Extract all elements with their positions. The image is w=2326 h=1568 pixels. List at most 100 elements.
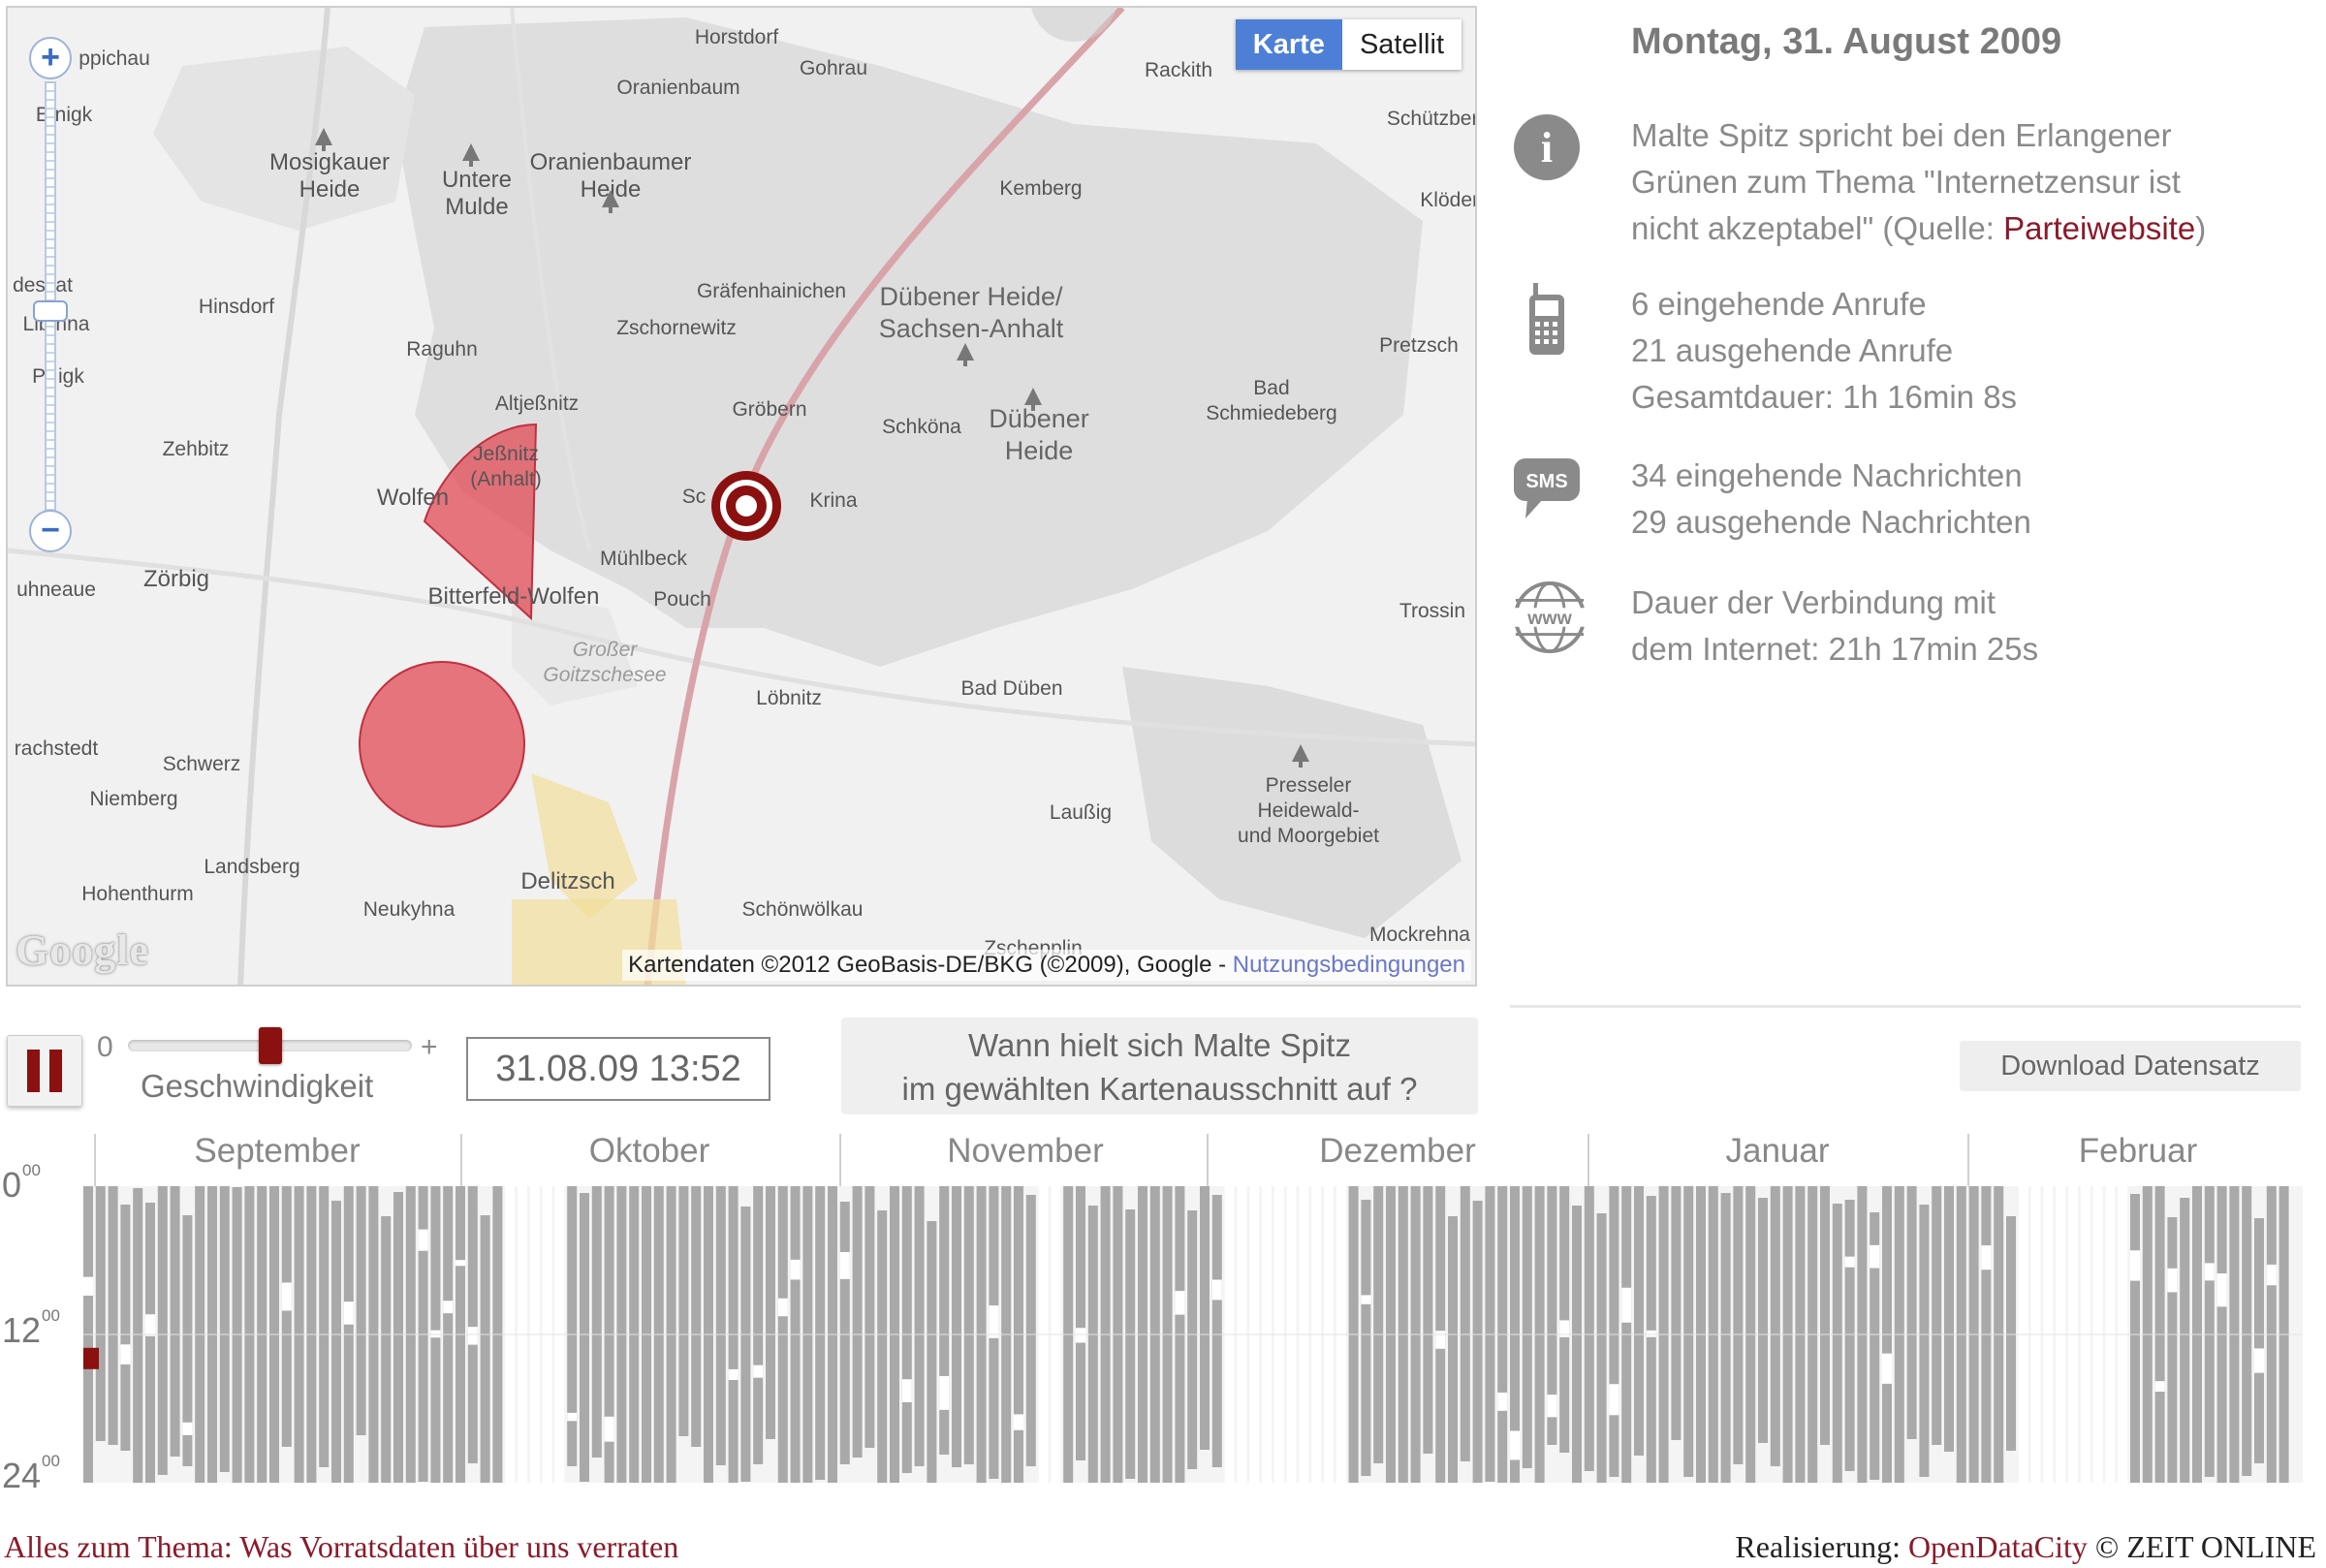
- day-column[interactable]: [1076, 1186, 1085, 1460]
- day-column[interactable]: [1596, 1213, 1607, 1483]
- day-column[interactable]: [157, 1186, 168, 1475]
- day-column[interactable]: [927, 1221, 937, 1483]
- day-column[interactable]: [1932, 1186, 1942, 1445]
- day-column[interactable]: [145, 1203, 155, 1483]
- day-column[interactable]: [1770, 1186, 1780, 1466]
- day-column[interactable]: [691, 1186, 702, 1447]
- zoom-in-button[interactable]: +: [29, 37, 72, 79]
- day-column[interactable]: [1025, 1195, 1036, 1466]
- day-column[interactable]: [1423, 1186, 1433, 1454]
- day-column[interactable]: [1683, 1186, 1694, 1477]
- zoom-out-button[interactable]: −: [29, 510, 72, 552]
- day-column[interactable]: [963, 1186, 974, 1464]
- map-type-karte-button[interactable]: Karte: [1235, 19, 1342, 70]
- location-query-button[interactable]: Wann hielt sich Malte Spitz im gewählten…: [841, 1018, 1478, 1114]
- day-column[interactable]: [591, 1186, 602, 1458]
- speed-slider-handle[interactable]: [258, 1027, 282, 1064]
- day-column[interactable]: [1844, 1200, 1855, 1471]
- day-column[interactable]: [939, 1186, 950, 1455]
- day-column[interactable]: [766, 1186, 775, 1439]
- day-column[interactable]: [2204, 1186, 2215, 1477]
- day-column[interactable]: [1559, 1186, 1570, 1453]
- day-column[interactable]: [219, 1186, 230, 1472]
- day-column[interactable]: [901, 1186, 912, 1473]
- day-column[interactable]: [864, 1186, 875, 1448]
- day-column[interactable]: [2006, 1216, 2016, 1451]
- day-column[interactable]: [2180, 1198, 2190, 1483]
- day-column[interactable]: [580, 1193, 589, 1482]
- day-column[interactable]: [715, 1186, 726, 1465]
- day-column[interactable]: [331, 1201, 341, 1483]
- pause-button[interactable]: [7, 1035, 82, 1107]
- day-column[interactable]: [1820, 1186, 1830, 1445]
- day-column[interactable]: [914, 1186, 925, 1466]
- day-column[interactable]: [852, 1186, 863, 1458]
- day-column[interactable]: [170, 1186, 180, 1457]
- day-column[interactable]: [839, 1202, 850, 1464]
- day-column[interactable]: [952, 1186, 961, 1467]
- related-topic-link[interactable]: Alles zum Thema: Was Vorratsdaten über u…: [4, 1529, 678, 1565]
- day-column[interactable]: [1187, 1210, 1198, 1469]
- download-dataset-button[interactable]: Download Datensatz: [1960, 1041, 2301, 1091]
- day-column[interactable]: [740, 1207, 751, 1482]
- day-column[interactable]: [1373, 1186, 1384, 1463]
- day-column[interactable]: [1448, 1216, 1458, 1483]
- parteiwebsite-link[interactable]: Parteiwebsite: [2003, 210, 2195, 246]
- day-column[interactable]: [319, 1186, 330, 1467]
- day-column[interactable]: [1522, 1186, 1532, 1468]
- place-label: rachstedt: [14, 737, 99, 760]
- day-column[interactable]: [108, 1186, 118, 1445]
- day-column[interactable]: [1919, 1205, 1930, 1477]
- day-column[interactable]: [1211, 1195, 1222, 1467]
- day-column[interactable]: [480, 1215, 490, 1483]
- day-column[interactable]: [1944, 1186, 1954, 1452]
- day-column[interactable]: [567, 1186, 578, 1466]
- day-column[interactable]: [1646, 1196, 1656, 1483]
- inactive-segment: [418, 1229, 428, 1251]
- speed-slider[interactable]: [128, 1027, 412, 1064]
- day-column[interactable]: [1361, 1200, 1371, 1476]
- day-column[interactable]: [1758, 1198, 1768, 1443]
- current-time-marker[interactable]: [83, 1347, 99, 1369]
- day-column[interactable]: [1125, 1209, 1136, 1479]
- inactive-segment: [456, 1260, 465, 1267]
- zoom-slider-thumb[interactable]: [33, 300, 68, 322]
- day-column[interactable]: [1584, 1186, 1594, 1471]
- day-column[interactable]: [1720, 1193, 1731, 1483]
- day-column[interactable]: [815, 1186, 826, 1480]
- day-column[interactable]: [877, 1210, 888, 1483]
- day-column[interactable]: [381, 1216, 392, 1483]
- day-column[interactable]: [1472, 1201, 1483, 1483]
- inactive-segment: [1211, 1279, 1222, 1301]
- zoom-slider[interactable]: [45, 81, 56, 517]
- day-column[interactable]: [1733, 1186, 1744, 1464]
- activity-timeline[interactable]: September Oktober November Dezember Januar Fe…: [0, 1132, 2326, 1495]
- day-column[interactable]: [95, 1186, 106, 1441]
- day-column[interactable]: [2242, 1186, 2252, 1476]
- map-view[interactable]: Horstdorf Gohrau Rackith Oranienbaum Mosigka…: [6, 6, 1477, 987]
- terms-link[interactable]: Nutzungsbedingungen: [1233, 952, 1465, 978]
- day-column[interactable]: [1832, 1204, 1842, 1483]
- day-column[interactable]: [467, 1186, 478, 1463]
- day-column[interactable]: [356, 1186, 366, 1435]
- day-column[interactable]: [1671, 1186, 1682, 1440]
- day-column[interactable]: [393, 1192, 403, 1483]
- day-column[interactable]: [1634, 1186, 1644, 1456]
- timeline-grid[interactable]: [83, 1186, 2303, 1487]
- day-column[interactable]: [2130, 1194, 2140, 1483]
- day-column[interactable]: [753, 1186, 764, 1464]
- day-column[interactable]: [1609, 1186, 1619, 1477]
- opendatacity-link[interactable]: OpenDataCity: [1908, 1529, 2088, 1564]
- day-column[interactable]: [133, 1188, 143, 1483]
- day-column[interactable]: [120, 1205, 131, 1451]
- day-column[interactable]: [1460, 1186, 1470, 1461]
- map-type-satellit-button[interactable]: Satellit: [1341, 19, 1462, 70]
- day-column[interactable]: [281, 1186, 292, 1447]
- day-column[interactable]: [1572, 1206, 1582, 1483]
- day-column[interactable]: [1087, 1206, 1098, 1483]
- day-column[interactable]: [1906, 1186, 1917, 1439]
- day-column[interactable]: [1200, 1186, 1210, 1450]
- day-column[interactable]: [678, 1186, 689, 1436]
- day-column[interactable]: [2167, 1217, 2178, 1483]
- day-column[interactable]: [2254, 1218, 2264, 1463]
